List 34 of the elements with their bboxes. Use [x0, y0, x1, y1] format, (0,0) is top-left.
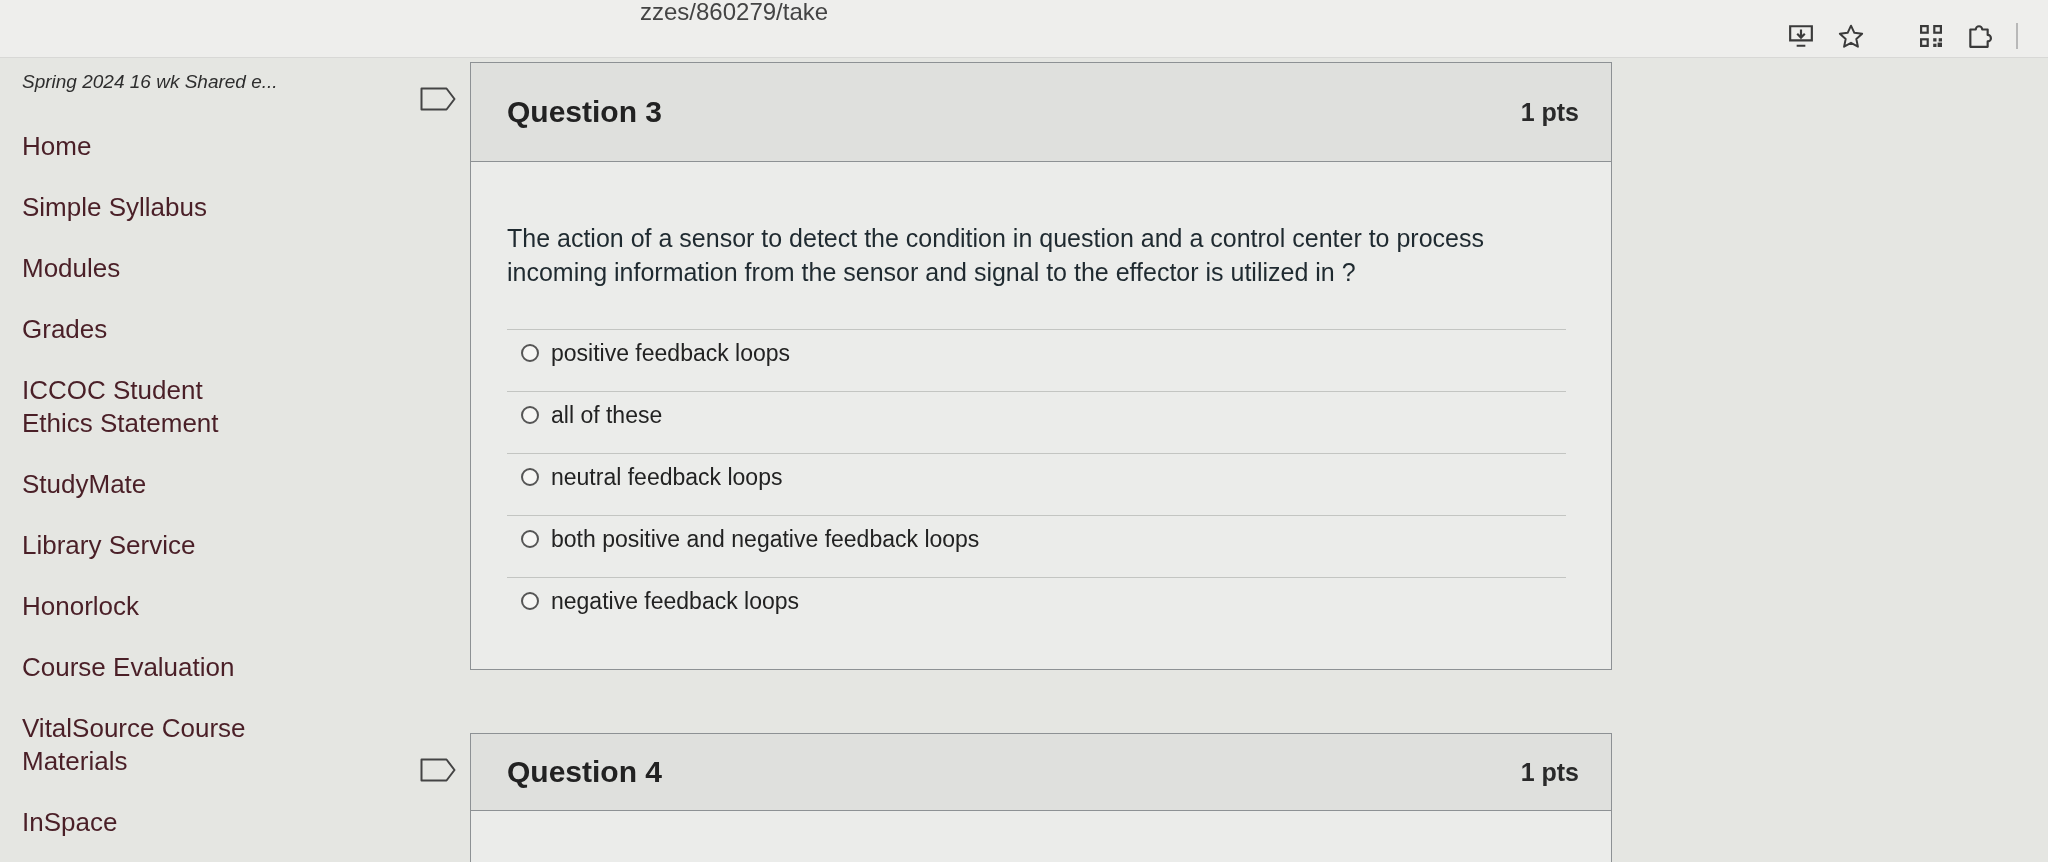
answer-label[interactable]: positive feedback loops — [551, 339, 791, 367]
nav-link[interactable]: Honorlock — [22, 576, 140, 637]
answer-label[interactable]: neutral feedback loops — [551, 463, 783, 491]
qr-code-icon[interactable] — [1920, 25, 1942, 47]
question-title: Question 3 — [507, 95, 663, 129]
puzzle-icon[interactable] — [1966, 23, 1992, 49]
url-text[interactable]: zzes/860279/take — [640, 0, 829, 24]
course-title[interactable]: Spring 2024 16 wk Shared e... — [22, 70, 278, 94]
flag-icon[interactable] — [420, 758, 456, 782]
star-icon[interactable] — [1838, 23, 1864, 49]
answer-label[interactable]: negative feedback loops — [551, 587, 800, 615]
nav-link[interactable]: Library Service — [22, 515, 196, 576]
points-label: 1 pts — [1520, 97, 1579, 127]
nav-link[interactable]: Home — [22, 116, 92, 177]
radio-button[interactable] — [521, 468, 539, 486]
nav-link[interactable]: Modules — [22, 238, 121, 299]
nav-link[interactable]: InSpace — [22, 792, 118, 853]
question-text: The action of a sensor to detect the condition in question and a control center to process incoming information from the sensor and signal to the effector is utilized in ? — [507, 223, 1485, 288]
nav-link[interactable]: Simple Syllabus — [22, 177, 207, 238]
radio-button[interactable] — [521, 406, 539, 424]
points-label: 1 pts — [1520, 757, 1579, 787]
nav-link[interactable]: Grades — [22, 299, 108, 360]
nav-link[interactable]: Course Evaluation — [22, 637, 235, 698]
nav-link[interactable]: StudyMate — [22, 454, 147, 515]
answer-label[interactable]: all of these — [551, 401, 663, 429]
nav-link[interactable]: VitalSource Course Materials — [22, 698, 272, 792]
radio-button[interactable] — [521, 530, 539, 548]
radio-button[interactable] — [521, 592, 539, 610]
install-icon[interactable] — [1788, 24, 1814, 48]
question-title: Question 4 — [507, 755, 663, 789]
flag-icon[interactable] — [420, 87, 456, 111]
answer-label[interactable]: both positive and negative feedback loops — [551, 525, 980, 553]
nav-link[interactable]: ICCOC Student Ethics Statement — [22, 360, 272, 454]
radio-button[interactable] — [521, 344, 539, 362]
